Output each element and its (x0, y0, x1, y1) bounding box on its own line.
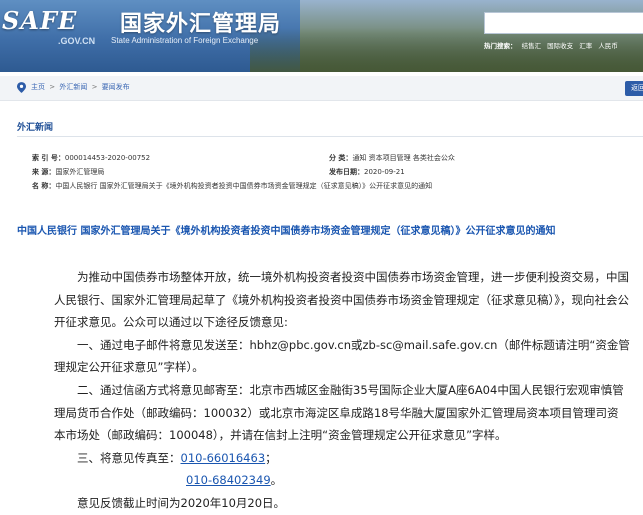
breadcrumb-news[interactable]: 外汇新闻 (59, 83, 87, 91)
section-title: 外汇新闻 (17, 123, 54, 133)
article-paragraph: 一、通过电子邮件将意见发送至：hbhz@pbc.gov.cn或zb-sc@mai… (54, 337, 630, 375)
fax-separator: ； (265, 450, 277, 465)
meta-index: 索 引 号：000014453-2020-00752 (32, 153, 150, 163)
meta-category-value: 通知 资本项目管理 各类社会公众 (352, 154, 455, 162)
meta-date-value: 2020-09-21 (364, 168, 405, 176)
breadcrumb-separator: > (91, 83, 98, 91)
breadcrumb-current[interactable]: 要闻发布 (102, 83, 130, 91)
meta-category-label: 分 类： (329, 154, 353, 162)
article-body: 为推动中国债券市场整体开放，统一境外机构投资者投资中国债券市场资金管理，进一步便… (54, 266, 630, 515)
breadcrumb-bar: 主页 > 外汇新闻 > 要闻发布 (0, 76, 643, 101)
article-title: 中国人民银行 国家外汇管理局关于《境外机构投资者投资中国债券市场资金管理规定（征… (17, 226, 556, 237)
hot-search-links: 热门搜索： 结售汇 国际收支 汇率 人民币 (484, 40, 643, 50)
meta-category: 分 类：通知 资本项目管理 各类社会公众 (329, 153, 455, 163)
deadline-paragraph: 意见反馈截止时间为2020年10月20日。 (77, 495, 286, 510)
hot-link[interactable]: 人民币 (598, 42, 618, 50)
breadcrumb-separator: > (49, 83, 56, 91)
meta-date-label: 发布日期： (329, 168, 364, 176)
fax-paragraph-2: 010-68402349。 (54, 469, 630, 492)
meta-index-value: 000014453-2020-00752 (64, 154, 151, 162)
meta-source-label: 来 源： (32, 168, 56, 176)
article-paragraph: 二、通过信函方式将意见邮寄至：北京市西城区金融街35号国际企业大厦A座6A04中… (54, 382, 624, 443)
site-name-en: State Administration of Foreign Exchange (111, 36, 259, 45)
meta-name: 名 称：中国人民银行 国家外汇管理局关于《境外机构投资者投资中国债券市场资金管理… (32, 181, 432, 191)
site-name-cn[interactable]: 国家外汇管理局 (120, 6, 281, 38)
meta-date: 发布日期：2020-09-21 (329, 167, 405, 177)
article-paragraph: 为推动中国债券市场整体开放，统一境外机构投资者投资中国债券市场资金管理，进一步便… (54, 270, 629, 330)
fax-number-2[interactable]: 010-68402349 (186, 473, 271, 487)
site-header-banner: SAFE .GOV.CN 国家外汇管理局 State Administratio… (0, 0, 643, 72)
fax-label: 三、将意见传真至： (77, 450, 181, 465)
fax-end: 。 (270, 473, 283, 488)
fax-paragraph: 三、将意见传真至：010-66016463； (54, 447, 630, 470)
safe-logo[interactable]: SAFE (2, 6, 77, 35)
breadcrumb-home[interactable]: 主页 (31, 83, 45, 91)
meta-index-label: 索 引 号： (32, 154, 65, 162)
breadcrumb: 主页 > 外汇新闻 > 要闻发布 (31, 82, 130, 92)
meta-source: 来 源：国家外汇管理局 (32, 167, 104, 177)
fax-number-1[interactable]: 010-66016463 (181, 451, 266, 465)
meta-source-value: 国家外汇管理局 (55, 168, 105, 176)
hot-link[interactable]: 国际收支 (547, 42, 573, 50)
section-divider (17, 136, 643, 137)
search-input[interactable] (484, 12, 643, 34)
logo-domain: .GOV.CN (58, 36, 96, 46)
back-button[interactable]: 返回 (625, 81, 643, 96)
banner-shade (250, 28, 643, 72)
meta-name-label: 名 称： (32, 182, 56, 190)
hot-link[interactable]: 结售汇 (522, 42, 542, 50)
hot-link[interactable]: 汇率 (579, 42, 592, 50)
hot-search-title: 热门搜索： (484, 42, 517, 50)
location-pin-icon (17, 82, 26, 93)
meta-name-value: 中国人民银行 国家外汇管理局关于《境外机构投资者投资中国债券市场资金管理规定（征… (55, 182, 433, 190)
